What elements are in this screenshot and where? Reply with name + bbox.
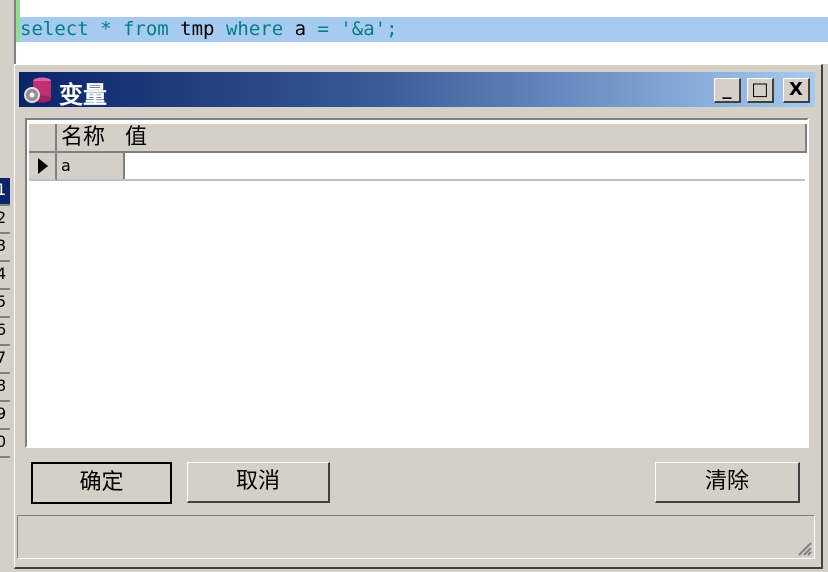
row-number: 9	[0, 402, 10, 430]
variable-name-cell[interactable]: a	[57, 153, 125, 181]
resize-grip-icon[interactable]	[796, 540, 812, 556]
ok-button[interactable]: 确定	[31, 462, 172, 504]
variable-value-cell[interactable]	[123, 153, 805, 181]
row-indicator	[29, 153, 57, 181]
current-row-arrow-icon	[38, 158, 48, 174]
row-number: 6	[0, 318, 10, 346]
column-header-name[interactable]: 名称	[57, 124, 125, 153]
maximize-button[interactable]: □	[747, 78, 774, 103]
row-number: 3	[0, 234, 10, 262]
close-button[interactable]: X	[783, 78, 810, 103]
row-number: 5	[0, 290, 10, 318]
column-header-value[interactable]: 值	[123, 124, 807, 153]
sql-token: tmp	[168, 18, 226, 40]
sql-line[interactable]: select * from tmp where a = '&a';	[20, 17, 828, 42]
variables-grid[interactable]: 名称 值 a	[25, 118, 809, 448]
cancel-button[interactable]: 取消	[187, 462, 330, 503]
editor-gutter	[0, 0, 16, 64]
title-bar[interactable]: 变量 _ □ X	[19, 72, 815, 109]
row-number: 2	[0, 206, 10, 234]
grid-corner	[29, 124, 57, 153]
sql-token: a	[283, 18, 318, 40]
row-number: 1	[0, 178, 10, 206]
variables-dialog: 变量 _ □ X 名称 值 a 确定 取消 清除	[14, 64, 823, 569]
sql-token: = '&a';	[317, 18, 398, 40]
status-bar	[17, 515, 815, 559]
sql-editor[interactable]: select * from tmp where a = '&a';	[0, 0, 828, 64]
sql-token: select	[20, 18, 89, 40]
row-number: 4	[0, 262, 10, 290]
sql-token: *	[88, 18, 123, 40]
sql-token: where	[225, 18, 284, 40]
row-number: 0	[0, 430, 10, 458]
minimize-button[interactable]: _	[714, 78, 741, 103]
row-number-gutter: 1234567890	[0, 178, 10, 458]
row-number: 8	[0, 374, 10, 402]
database-gear-icon	[24, 77, 51, 103]
clear-button[interactable]: 清除	[655, 462, 800, 503]
dialog-title: 变量	[59, 81, 107, 109]
sql-token: from	[122, 18, 169, 40]
row-number: 7	[0, 346, 10, 374]
